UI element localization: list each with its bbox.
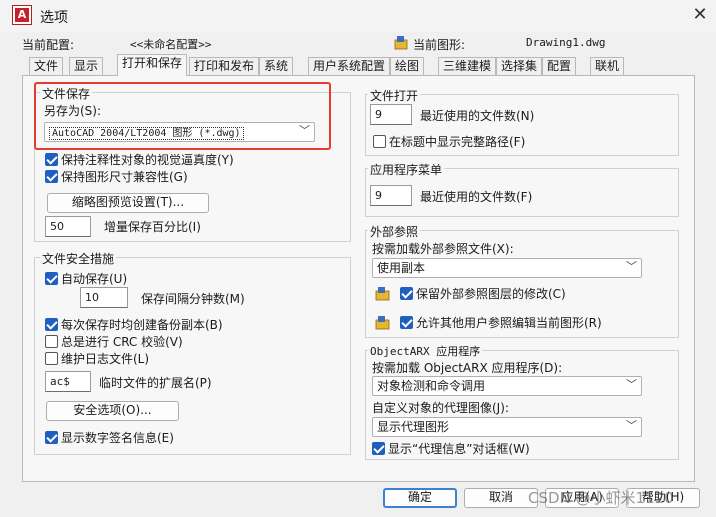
chevron-down-icon: ﹀ bbox=[626, 378, 637, 391]
autosave-label: 自动保存(U) bbox=[61, 272, 128, 286]
crc-check-label: 总是进行 CRC 校验(V) bbox=[61, 335, 183, 349]
retain-xref-changes-checkbox[interactable] bbox=[400, 287, 413, 300]
autosave-minutes-label: 保存间隔分钟数(M) bbox=[141, 292, 245, 306]
drawing-file-icon bbox=[394, 36, 408, 50]
save-as-select[interactable]: AutoCAD 2004/LT2004 图形 (*.dwg) ﹀ bbox=[44, 122, 315, 142]
chevron-down-icon: ﹀ bbox=[626, 419, 637, 432]
tab-plot-and-publish[interactable]: 打印和发布 bbox=[189, 57, 260, 75]
incremental-save-input[interactable]: 50 bbox=[45, 216, 91, 237]
xref-demand-label: 按需加载外部参照文件(X): bbox=[372, 242, 514, 256]
current-drawing-value: Drawing1.dwg bbox=[526, 36, 606, 49]
tab-user-preferences[interactable]: 用户系统配置 bbox=[308, 57, 391, 75]
retain-xref-changes-label: 保留外部参照图层的修改(C) bbox=[416, 287, 566, 301]
cancel-button[interactable]: 取消 bbox=[464, 488, 538, 508]
security-options-button[interactable]: 安全选项(O)... bbox=[46, 401, 179, 421]
file-open-title: 文件打开 bbox=[368, 87, 421, 104]
proxy-info-checkbox[interactable] bbox=[372, 442, 385, 455]
tab-drafting[interactable]: 绘图 bbox=[390, 57, 425, 75]
tab-profiles[interactable]: 配置 bbox=[542, 57, 577, 75]
chevron-down-icon: ﹀ bbox=[299, 124, 310, 137]
tab-3d-modeling[interactable]: 三维建模 bbox=[438, 57, 497, 75]
close-icon[interactable]: ✕ bbox=[690, 4, 710, 25]
xref-edit-icon bbox=[375, 316, 390, 330]
file-safety-title: 文件安全措施 bbox=[40, 250, 117, 267]
log-file-label: 维护日志文件(L) bbox=[61, 352, 150, 366]
file-save-title: 文件保存 bbox=[40, 85, 93, 102]
app-menu-recent-input[interactable]: 9 bbox=[370, 185, 412, 206]
ok-button[interactable]: 确定 bbox=[383, 488, 457, 508]
xref-demand-value: 使用副本 bbox=[377, 261, 426, 275]
allow-xref-edit-checkbox[interactable] bbox=[400, 316, 413, 329]
watermark-text: CSDN @小虾米1120 bbox=[528, 489, 674, 507]
objectarx-title: ObjectARX 应用程序 bbox=[368, 343, 483, 359]
window-title: 选项 bbox=[40, 10, 68, 26]
save-as-label: 另存为(S): bbox=[44, 104, 102, 118]
proxy-images-select[interactable]: 显示代理图形 ﹀ bbox=[372, 417, 642, 437]
recent-files-label: 最近使用的文件数(N) bbox=[420, 109, 535, 123]
current-profile-value: <<未命名配置>> bbox=[130, 38, 212, 51]
crc-check-checkbox[interactable] bbox=[45, 335, 58, 348]
title-bar bbox=[0, 0, 716, 32]
objectarx-demand-value: 对象检测和命令调用 bbox=[377, 379, 486, 393]
chevron-down-icon: ﹀ bbox=[626, 260, 637, 273]
allow-xref-edit-label: 允许其他用户参照编辑当前图形(R) bbox=[416, 316, 602, 330]
backup-copy-label: 每次保存时均创建备份副本(B) bbox=[61, 318, 223, 332]
proxy-images-value: 显示代理图形 bbox=[377, 420, 450, 434]
digital-signature-checkbox[interactable] bbox=[45, 431, 58, 444]
temp-extension-label: 临时文件的扩展名(P) bbox=[99, 376, 212, 390]
tab-selection[interactable]: 选择集 bbox=[496, 57, 543, 75]
full-path-checkbox[interactable] bbox=[373, 135, 386, 148]
autosave-minutes-input[interactable]: 10 bbox=[80, 287, 128, 308]
proxy-info-label: 显示“代理信息”对话框(W) bbox=[388, 442, 530, 456]
app-menu-recent-label: 最近使用的文件数(F) bbox=[420, 190, 533, 204]
save-as-value: AutoCAD 2004/LT2004 图形 (*.dwg) bbox=[49, 127, 244, 140]
tab-online[interactable]: 联机 bbox=[590, 57, 625, 75]
recent-files-input[interactable]: 9 bbox=[370, 104, 412, 125]
objectarx-demand-select[interactable]: 对象检测和命令调用 ﹀ bbox=[372, 376, 642, 396]
app-menu-title: 应用程序菜单 bbox=[368, 161, 445, 178]
drawing-size-compat-label: 保持图形尺寸兼容性(G) bbox=[61, 170, 188, 184]
proxy-images-label: 自定义对象的代理图像(J): bbox=[372, 401, 509, 415]
backup-copy-checkbox[interactable] bbox=[45, 318, 58, 331]
autocad-app-icon: A bbox=[12, 5, 32, 25]
full-path-label: 在标题中显示完整路径(F) bbox=[389, 135, 526, 149]
xref-title: 外部参照 bbox=[368, 223, 421, 240]
tab-files[interactable]: 文件 bbox=[29, 57, 64, 75]
current-profile-label: 当前配置: bbox=[22, 38, 75, 52]
autosave-checkbox[interactable] bbox=[45, 272, 58, 285]
tab-display[interactable]: 显示 bbox=[69, 57, 104, 75]
temp-extension-input[interactable]: ac$ bbox=[45, 371, 91, 392]
thumbnail-settings-button[interactable]: 缩略图预览设置(T)... bbox=[47, 193, 209, 213]
annotative-fidelity-label: 保持注释性对象的视觉逼真度(Y) bbox=[61, 153, 234, 167]
drawing-size-compat-checkbox[interactable] bbox=[45, 170, 58, 183]
annotative-fidelity-checkbox[interactable] bbox=[45, 153, 58, 166]
xref-demand-select[interactable]: 使用副本 ﹀ bbox=[372, 258, 642, 278]
log-file-checkbox[interactable] bbox=[45, 352, 58, 365]
tab-system[interactable]: 系统 bbox=[259, 57, 294, 75]
xref-layer-icon bbox=[375, 287, 390, 301]
tab-open-and-save[interactable]: 打开和保存 bbox=[117, 54, 188, 76]
incremental-save-label: 增量保存百分比(I) bbox=[104, 220, 201, 234]
digital-signature-label: 显示数字签名信息(E) bbox=[61, 431, 174, 445]
current-drawing-label: 当前图形: bbox=[413, 38, 466, 52]
objectarx-demand-label: 按需加载 ObjectARX 应用程序(D): bbox=[372, 361, 563, 375]
